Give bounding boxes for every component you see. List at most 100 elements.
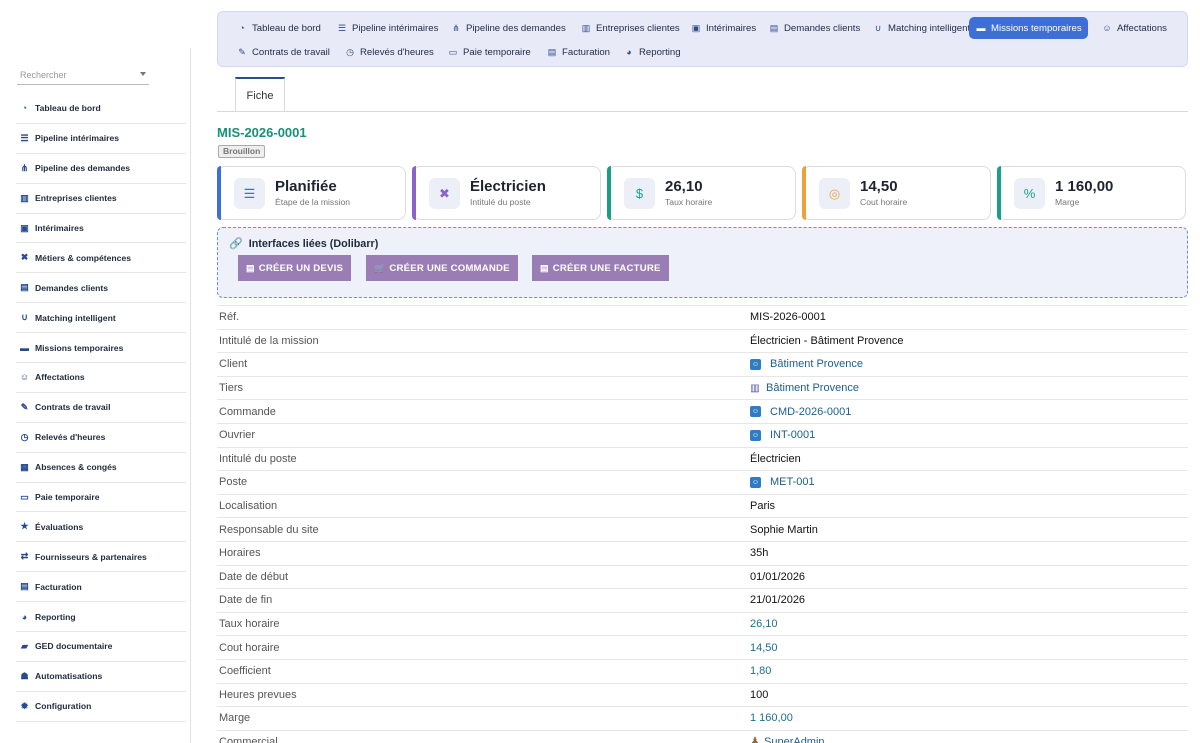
calendar-icon: ▦ <box>20 461 29 472</box>
sidebar-item-17[interactable]: ◕ Reporting <box>16 602 186 633</box>
field-row: Heures prevues 100 <box>217 682 1188 707</box>
record-ref-title: MIS-2026-0001 <box>217 125 307 140</box>
field-value-text: CMD-2026-0001 <box>770 405 852 418</box>
chevron-down-icon[interactable] <box>140 72 146 76</box>
field-value: Électricien <box>750 453 801 465</box>
card-value: 14,50 <box>860 178 898 195</box>
field-label: Localisation <box>219 500 278 513</box>
building-icon: ▥ <box>750 382 760 394</box>
field-label: Taux horaire <box>219 618 280 631</box>
field-row: Horaires 35h <box>217 540 1188 565</box>
nav-item-6[interactable]: ∪ Matching intelligent <box>866 17 976 39</box>
create-invoice-button[interactable]: ▤ CRÉER UNE FACTURE <box>532 255 669 281</box>
link-icon: 🔗 <box>229 238 243 250</box>
nav-item-label: Affectations <box>1117 22 1167 34</box>
field-value-text: Électricien <box>750 452 801 465</box>
field-value: Sophie Martin <box>750 524 818 536</box>
sidebar-item-5[interactable]: ✖ Métiers & compétences <box>16 243 186 274</box>
create-quote-button[interactable]: ▤ CRÉER UN DEVIS <box>238 255 352 281</box>
sidebar-item-label: Reporting <box>35 611 76 622</box>
create-quote-label: CRÉER UN DEVIS <box>258 262 344 274</box>
field-value-link[interactable]: ☺ Bâtiment Provence <box>750 358 863 370</box>
nav-item-13[interactable]: ◕ Reporting <box>617 41 687 63</box>
sidebar-item-10[interactable]: ✎ Contrats de travail <box>16 393 186 423</box>
sidebar-item-11[interactable]: ◷ Relevés d'heures <box>16 423 186 453</box>
nav-item-11[interactable]: ▭ Paie temporaire <box>441 41 537 63</box>
field-value-text: Sophie Martin <box>750 523 818 536</box>
sidebar-item-19[interactable]: ☗ Automatisations <box>16 662 186 692</box>
sidebar-item-label: Intérimaires <box>35 223 84 233</box>
sidebar-item-1[interactable]: ☰ Pipeline intérimaires <box>16 124 186 154</box>
sidebar-item-7[interactable]: ∪ Matching intelligent <box>16 303 186 334</box>
sidebar-item-2[interactable]: ⋔ Pipeline des demandes <box>16 154 186 184</box>
nav-item-4[interactable]: ▣ Intérimaires <box>684 17 762 39</box>
nav-item-0[interactable]: ◔ Tableau de bord <box>230 17 327 39</box>
clipboard-icon: ▤ <box>20 282 29 293</box>
sidebar-item-label: Affectations <box>35 372 85 383</box>
nav-item-5[interactable]: ▤ Demandes clients <box>762 17 866 39</box>
field-label: Date de fin <box>219 594 273 607</box>
sidebar-item-3[interactable]: ▥ Entreprises clientes <box>16 184 186 214</box>
nav-item-12[interactable]: ▤ Facturation <box>540 41 616 63</box>
nav-item-2[interactable]: ⋔ Pipeline des demandes <box>444 17 572 39</box>
tab-divider <box>217 111 1188 112</box>
create-order-button[interactable]: 🛒 CRÉER UNE COMMANDE <box>366 255 518 281</box>
sidebar-item-14[interactable]: ★ Évaluations <box>16 512 186 543</box>
field-value-link[interactable]: ☺ INT-0001 <box>750 429 815 441</box>
sidebar-item-18[interactable]: ▰ GED documentaire <box>16 632 186 662</box>
flow-icon: ⋔ <box>20 162 29 173</box>
nav-item-9[interactable]: ✎ Contrats de travail <box>230 41 336 63</box>
field-value-text: MIS-2026-0001 <box>750 311 826 324</box>
sidebar-item-6[interactable]: ▤ Demandes clients <box>16 273 186 304</box>
field-row: Ouvrier ☺ INT-0001 <box>217 422 1188 447</box>
tab-fiche[interactable]: Fiche <box>235 77 285 112</box>
payroll-icon: ▭ <box>448 46 458 57</box>
nav-item-10[interactable]: ◷ Relevés d'heures <box>338 41 440 63</box>
nav-item-8[interactable]: ☺ Affectations <box>1095 17 1173 39</box>
mission-fields-table: Réf. MIS-2026-0001 Intitulé de la mission É… <box>217 305 1188 743</box>
user-plus-icon: ☺ <box>1102 23 1112 33</box>
nav-item-1[interactable]: ☰ Pipeline intérimaires <box>330 17 444 39</box>
field-row: Marge 1 160,00 <box>217 706 1188 730</box>
sidebar-item-15[interactable]: ⇄ Fournisseurs & partenaires <box>16 542 186 573</box>
search-select[interactable]: Rechercher <box>17 66 149 85</box>
field-value-link[interactable]: ▥ Bâtiment Provence <box>750 382 859 394</box>
card-accent-bar <box>412 166 416 220</box>
field-row: Commande ☺ CMD-2026-0001 <box>217 399 1188 423</box>
sidebar-item-9[interactable]: ☺ Affectations <box>16 363 186 393</box>
field-label: Réf. <box>219 311 240 324</box>
sidebar-item-13[interactable]: ▭ Paie temporaire <box>16 483 186 513</box>
nav-item-7[interactable]: ▬ Missions temporaires <box>969 17 1088 39</box>
field-label: Coefficient <box>219 665 271 678</box>
sidebar-item-label: Contrats de travail <box>35 402 111 413</box>
sidebar-item-16[interactable]: ▤ Facturation <box>16 572 186 603</box>
user-plus-icon: ☺ <box>19 372 30 383</box>
pie-chart-icon: ◕ <box>626 47 632 57</box>
sidebar-item-label: Paie temporaire <box>35 492 100 503</box>
sidebar-item-4[interactable]: ▣ Intérimaires <box>16 214 186 244</box>
nav-item-label: Paie temporaire <box>463 46 531 58</box>
field-label: Responsable du site <box>219 523 319 536</box>
kpi-card-4: % 1 160,00 Marge <box>997 166 1186 220</box>
sidebar-item-12[interactable]: ▦ Absences & congés <box>16 453 186 483</box>
field-value: 1 160,00 <box>750 712 793 724</box>
field-value-link[interactable]: ☺ MET-001 <box>750 476 815 488</box>
field-row: Taux horaire 26,10 <box>217 611 1188 636</box>
field-value-link[interactable]: ♟ SuperAdmin <box>750 736 825 743</box>
field-value-link[interactable]: ☺ CMD-2026-0001 <box>750 406 851 418</box>
card-value: Électricien <box>470 178 546 195</box>
field-label: Client <box>219 358 248 371</box>
sidebar-item-20[interactable]: ✹ Configuration <box>16 692 186 722</box>
card-label: Cout horaire <box>860 197 908 207</box>
nav-item-3[interactable]: ▥ Entreprises clientes <box>574 17 686 39</box>
sidebar-item-0[interactable]: ◔ Tableau de bord <box>16 94 186 124</box>
field-row: Date de fin 21/01/2026 <box>217 588 1188 612</box>
card-value: 26,10 <box>665 178 703 195</box>
field-label: Horaires <box>219 547 261 560</box>
handshake-icon: ⇄ <box>20 551 29 562</box>
document-icon: ▤ <box>540 262 549 273</box>
sidebar-item-8[interactable]: ▬ Missions temporaires <box>16 333 186 364</box>
field-value-text: Bâtiment Provence <box>766 382 859 395</box>
tab-fiche-label: Fiche <box>246 89 274 102</box>
field-value: 26,10 <box>750 618 778 630</box>
